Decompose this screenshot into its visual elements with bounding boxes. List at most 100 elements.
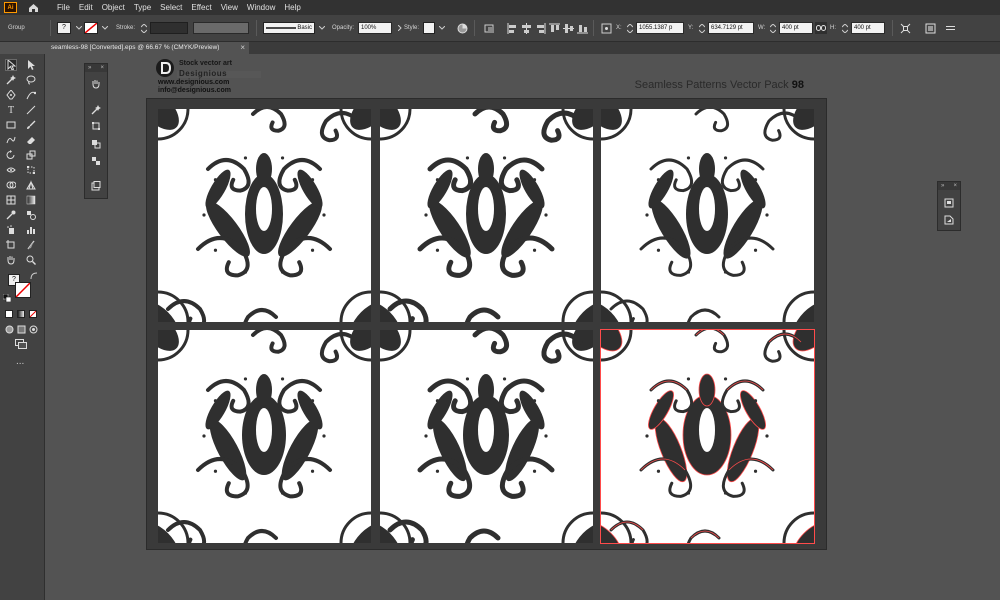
pattern-tile-2[interactable] bbox=[380, 109, 593, 322]
align-top-icon[interactable] bbox=[548, 22, 560, 34]
properties-icon[interactable] bbox=[943, 214, 955, 226]
menu-object[interactable]: Object bbox=[102, 3, 125, 12]
artboards-icon[interactable] bbox=[90, 180, 102, 192]
menu-type[interactable]: Type bbox=[134, 3, 151, 12]
constrain-proportions-icon[interactable] bbox=[815, 22, 827, 34]
direct-selection-tool-icon[interactable] bbox=[25, 59, 37, 71]
selection-tool-icon[interactable] bbox=[5, 59, 17, 71]
artboard[interactable] bbox=[146, 98, 827, 550]
document-tab[interactable]: seamless-98 [Converted].eps @ 66.67 % (C… bbox=[45, 42, 249, 54]
pattern-tile-4[interactable] bbox=[158, 330, 371, 543]
mesh-tool-icon[interactable] bbox=[5, 194, 17, 206]
column-graph-tool-icon[interactable] bbox=[25, 224, 37, 236]
stepper-icon[interactable] bbox=[767, 22, 779, 34]
isolate-group-icon[interactable] bbox=[924, 22, 936, 34]
lasso-tool-icon[interactable] bbox=[25, 74, 37, 86]
edit-toolbar-icon[interactable]: ... bbox=[16, 356, 24, 367]
h-field[interactable]: 400 pt bbox=[851, 22, 885, 34]
collapse-icon[interactable]: » bbox=[941, 183, 944, 189]
swap-colors-icon[interactable] bbox=[30, 272, 38, 282]
chevron-down-icon[interactable] bbox=[436, 22, 448, 34]
pen-tool-icon[interactable] bbox=[5, 89, 17, 101]
menu-select[interactable]: Select bbox=[160, 3, 182, 12]
pattern-tile-3[interactable] bbox=[601, 109, 814, 322]
panel-header[interactable]: » × bbox=[85, 64, 107, 72]
scale-tool-icon[interactable] bbox=[25, 149, 37, 161]
align-middle-icon[interactable] bbox=[562, 22, 574, 34]
align-left-icon[interactable] bbox=[506, 22, 518, 34]
menu-file[interactable]: File bbox=[57, 3, 70, 12]
menu-view[interactable]: View bbox=[221, 3, 238, 12]
group-icon[interactable] bbox=[90, 155, 102, 167]
align-right-icon[interactable] bbox=[534, 22, 546, 34]
stroke-color-swatch[interactable] bbox=[15, 282, 31, 298]
chevron-down-icon[interactable] bbox=[99, 22, 111, 34]
home-icon[interactable] bbox=[27, 2, 39, 13]
gradient-mode-icon[interactable] bbox=[17, 310, 25, 318]
eyedropper-tool-icon[interactable] bbox=[5, 209, 17, 221]
screen-mode-icon[interactable] bbox=[15, 339, 27, 351]
arrange-icon[interactable] bbox=[90, 138, 102, 150]
transform-icon[interactable] bbox=[899, 22, 911, 34]
close-icon[interactable]: × bbox=[953, 183, 957, 189]
type-tool-icon[interactable]: T bbox=[5, 104, 17, 116]
menu-effect[interactable]: Effect bbox=[191, 3, 211, 12]
stroke-swatch[interactable] bbox=[84, 22, 98, 34]
graphic-style-swatch[interactable] bbox=[423, 22, 435, 34]
brush-definition[interactable]: Basic bbox=[263, 22, 315, 34]
stroke-weight-field[interactable] bbox=[150, 22, 188, 34]
menu-edit[interactable]: Edit bbox=[79, 3, 93, 12]
symbol-sprayer-tool-icon[interactable] bbox=[5, 224, 17, 236]
free-transform-tool-icon[interactable] bbox=[25, 164, 37, 176]
close-icon[interactable]: × bbox=[240, 42, 245, 54]
paintbrush-tool-icon[interactable] bbox=[25, 119, 37, 131]
chevron-down-icon[interactable] bbox=[316, 22, 328, 34]
fill-swatch[interactable]: ? bbox=[57, 22, 71, 34]
slice-tool-icon[interactable] bbox=[25, 239, 37, 251]
stepper-icon[interactable] bbox=[696, 22, 708, 34]
color-mode-icon[interactable] bbox=[5, 310, 13, 318]
align-bottom-icon[interactable] bbox=[576, 22, 588, 34]
stepper-icon[interactable] bbox=[624, 22, 636, 34]
y-field[interactable]: 634.7129 pt bbox=[708, 22, 754, 34]
collapse-icon[interactable]: » bbox=[88, 65, 91, 71]
magic-wand-tool-icon[interactable] bbox=[5, 74, 17, 86]
hand-tool-icon[interactable] bbox=[5, 254, 17, 266]
draw-normal-icon[interactable] bbox=[5, 325, 14, 336]
artboard-tool-icon[interactable] bbox=[5, 239, 17, 251]
default-colors-icon[interactable] bbox=[2, 293, 12, 304]
curvature-tool-icon[interactable] bbox=[25, 89, 37, 101]
draw-inside-icon[interactable] bbox=[29, 325, 38, 336]
pattern-tile-6[interactable] bbox=[600, 329, 815, 544]
transform-each-icon[interactable] bbox=[90, 120, 102, 132]
zoom-tool-icon[interactable] bbox=[25, 254, 37, 266]
recolor-artwork-icon[interactable] bbox=[456, 22, 468, 34]
stepper-icon[interactable] bbox=[839, 22, 851, 34]
w-field[interactable]: 400 pt bbox=[779, 22, 813, 34]
align-center-icon[interactable] bbox=[520, 22, 532, 34]
draw-behind-icon[interactable] bbox=[17, 325, 26, 336]
blend-tool-icon[interactable] bbox=[25, 209, 37, 221]
more-options-icon[interactable] bbox=[944, 22, 956, 34]
close-icon[interactable]: × bbox=[100, 65, 104, 71]
reference-point-icon[interactable] bbox=[600, 22, 612, 34]
line-tool-icon[interactable] bbox=[25, 104, 37, 116]
perspective-grid-tool-icon[interactable] bbox=[25, 179, 37, 191]
width-tool-icon[interactable] bbox=[5, 164, 17, 176]
rectangle-tool-icon[interactable] bbox=[5, 119, 17, 131]
panel-header[interactable]: » × bbox=[938, 182, 960, 190]
none-mode-icon[interactable] bbox=[29, 310, 37, 318]
libraries-icon[interactable] bbox=[943, 197, 955, 209]
shape-builder-tool-icon[interactable] bbox=[5, 179, 17, 191]
align-to-icon[interactable] bbox=[483, 22, 495, 34]
shaper-tool-icon[interactable] bbox=[5, 134, 17, 146]
x-field[interactable]: 1055.1387 p bbox=[636, 22, 684, 34]
eraser-tool-icon[interactable] bbox=[25, 134, 37, 146]
magic-wand-icon[interactable] bbox=[90, 104, 102, 116]
stepper-icon[interactable] bbox=[138, 22, 150, 34]
pattern-tile-5[interactable] bbox=[380, 330, 593, 543]
puppet-warp-icon[interactable] bbox=[90, 78, 102, 90]
opacity-field[interactable]: 100% bbox=[358, 22, 392, 34]
pattern-tile-1[interactable] bbox=[158, 109, 371, 322]
menu-window[interactable]: Window bbox=[247, 3, 275, 12]
